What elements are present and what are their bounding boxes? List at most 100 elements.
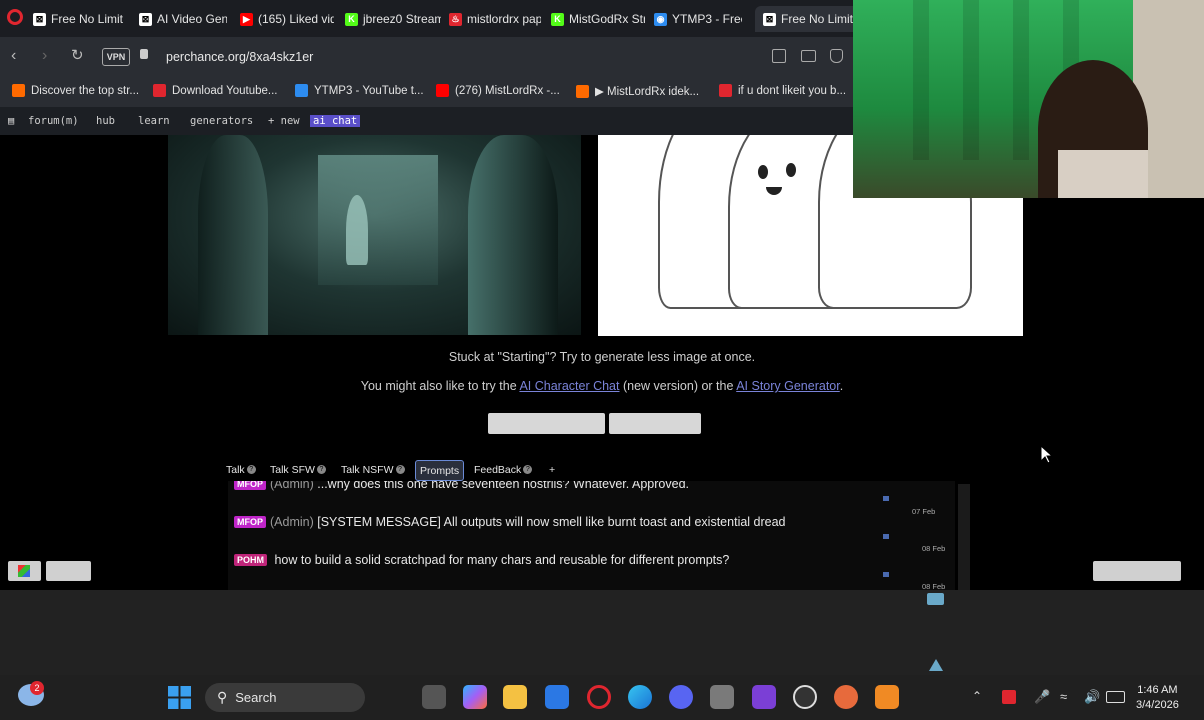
chat-tab-label: Prompts [420, 464, 460, 477]
bookmark-label: (276) MistLordRx -... [455, 84, 560, 97]
admin-role: (Admin) [270, 515, 314, 529]
shield-icon[interactable] [830, 49, 843, 63]
user-badge[interactable]: MFOP [234, 516, 266, 528]
mail-icon[interactable] [545, 685, 569, 709]
share-icon[interactable] [772, 49, 786, 63]
user-badge[interactable]: MFOP [234, 481, 266, 490]
opera-taskbar-icon[interactable] [587, 685, 611, 709]
back-icon[interactable]: ‹ [11, 47, 16, 65]
discord-icon[interactable] [669, 685, 693, 709]
tab-favicon-icon: ♨ [449, 12, 462, 26]
windows-start-icon[interactable] [168, 686, 191, 709]
site-nav-bar [0, 107, 853, 135]
tray-widget-icon[interactable] [927, 593, 944, 605]
vpn-badge[interactable]: VPN [102, 48, 130, 66]
also-like-prefix: You might also like to try the [360, 379, 520, 393]
bookmark-favicon-icon [12, 84, 25, 97]
taskbar-search[interactable]: ⚲ Search [205, 683, 365, 712]
chat-tab-label: + [549, 463, 556, 476]
clipchamp-icon[interactable] [752, 685, 776, 709]
show-hidden-icons-icon[interactable]: ⌃ [972, 689, 982, 703]
generated-image-haunted-corridor[interactable] [168, 135, 581, 335]
chat-tab[interactable]: Prompts [415, 460, 465, 481]
reply-icon[interactable] [883, 496, 889, 501]
tray-app-icon[interactable] [1002, 690, 1016, 704]
browser-tab[interactable]: ⊠ AI Video Gener [139, 6, 227, 32]
help-icon[interactable]: ? [316, 465, 326, 474]
nav-ai-chat-link[interactable]: ai chat [310, 115, 361, 127]
action-button-left[interactable] [488, 413, 605, 434]
browser-tab[interactable]: Kjbreez0 Stream [345, 6, 441, 32]
fl-studio-icon[interactable] [875, 685, 899, 709]
right-action-button[interactable] [1093, 561, 1181, 581]
message-date: 07 Feb [912, 507, 936, 516]
task-view-icon[interactable] [422, 685, 446, 709]
webcam-overlay [853, 0, 1204, 198]
chat-tab[interactable]: Talk SFW? [266, 460, 330, 479]
bookmark-item[interactable]: if u dont likeit you b... [719, 84, 846, 97]
browser-tab[interactable]: ♨ mistlordrx pap [449, 6, 541, 32]
tab-favicon-icon: K [551, 12, 564, 26]
wifi-icon[interactable]: ≈ [1060, 689, 1067, 704]
opera-logo-icon[interactable] [7, 9, 23, 25]
help-icon[interactable]: ? [523, 465, 533, 474]
obs-icon[interactable] [793, 685, 817, 709]
ai-character-chat-link[interactable]: AI Character Chat [519, 379, 619, 393]
nav-learn-link[interactable]: learn [138, 115, 170, 127]
chat-tab[interactable]: FeedBack? [470, 460, 536, 479]
tab-label: Free No Limit A [51, 12, 125, 26]
tab-favicon-icon: ⊠ [139, 12, 152, 26]
reply-icon[interactable] [883, 534, 889, 539]
chat-input-button[interactable] [46, 561, 91, 581]
camera-icon[interactable] [801, 50, 816, 62]
chat-tab[interactable]: Talk NSFW? [337, 460, 409, 479]
site-menu-icon[interactable]: ▤ [8, 115, 14, 127]
bookmark-item[interactable]: Discover the top str... [12, 84, 139, 97]
file-explorer-icon[interactable] [503, 685, 527, 709]
browser-tab[interactable]: K MistGodRx Stre [551, 6, 645, 32]
camera-app-icon[interactable] [710, 685, 734, 709]
bookmark-label: if u dont likeit you b... [738, 84, 847, 97]
chat-message: MFOP (Admin) ...why does this one have se… [234, 481, 689, 491]
system-clock[interactable]: 1:46 AM 3/4/2026 [1136, 683, 1179, 713]
chat-scrollbar[interactable] [958, 484, 970, 590]
browser-tab[interactable]: ◉ YTMP3 - Free [654, 6, 742, 32]
user-badge[interactable]: POHM [234, 554, 267, 566]
bookmark-label: Download Youtube... [172, 84, 278, 97]
help-icon[interactable]: ? [395, 465, 405, 474]
admin-role: (Admin) [270, 481, 314, 491]
bookmark-item[interactable]: Download Youtube... [153, 84, 278, 97]
image-icon-button[interactable] [8, 561, 41, 581]
bookmark-item[interactable]: (276) MistLordRx -... [436, 84, 560, 97]
starting-hint-text: Stuck at "Starting"? Try to generate les… [448, 350, 756, 364]
clock-time: 1:46 AM [1137, 684, 1178, 696]
app-icon-orange[interactable] [834, 685, 858, 709]
reload-icon[interactable]: ↻ [71, 46, 84, 64]
copilot-icon[interactable] [463, 685, 487, 709]
warning-icon[interactable] [929, 659, 943, 671]
edge-icon[interactable] [628, 685, 652, 709]
chat-tab-label: Talk NSFW [341, 463, 394, 476]
chat-tab[interactable]: + [545, 460, 559, 479]
bookmark-item[interactable]: YTMP3 - YouTube t... [295, 84, 424, 97]
url-field[interactable]: perchance.org/8xa4skz1er [166, 50, 313, 64]
bookmark-item[interactable]: ▶ MistLordRx idek... [576, 84, 699, 98]
nav-new-link[interactable]: + new [268, 115, 300, 127]
battery-icon[interactable] [1106, 691, 1125, 703]
reply-icon[interactable] [883, 572, 889, 577]
nav-generators-link[interactable]: generators [190, 115, 253, 127]
browser-tab[interactable]: ▶ (165) Liked vid [240, 6, 334, 32]
search-icon: ⚲ [217, 689, 228, 705]
lock-icon[interactable] [140, 49, 148, 59]
forward-icon[interactable]: › [42, 47, 47, 65]
microphone-icon[interactable]: 🎤 [1034, 689, 1050, 705]
nav-forum-link[interactable]: forum(m) [28, 115, 79, 127]
ai-story-generator-link[interactable]: AI Story Generator [736, 379, 840, 393]
action-button-right[interactable] [609, 413, 701, 434]
tab-favicon-icon: ▶ [240, 12, 253, 26]
help-icon[interactable]: ? [246, 465, 256, 474]
chat-tab[interactable]: Talk? [222, 460, 260, 479]
browser-tab[interactable]: ⊠ Free No Limit A [33, 6, 125, 32]
volume-icon[interactable]: 🔊 [1084, 689, 1100, 705]
nav-hub-link[interactable]: hub [96, 115, 115, 127]
